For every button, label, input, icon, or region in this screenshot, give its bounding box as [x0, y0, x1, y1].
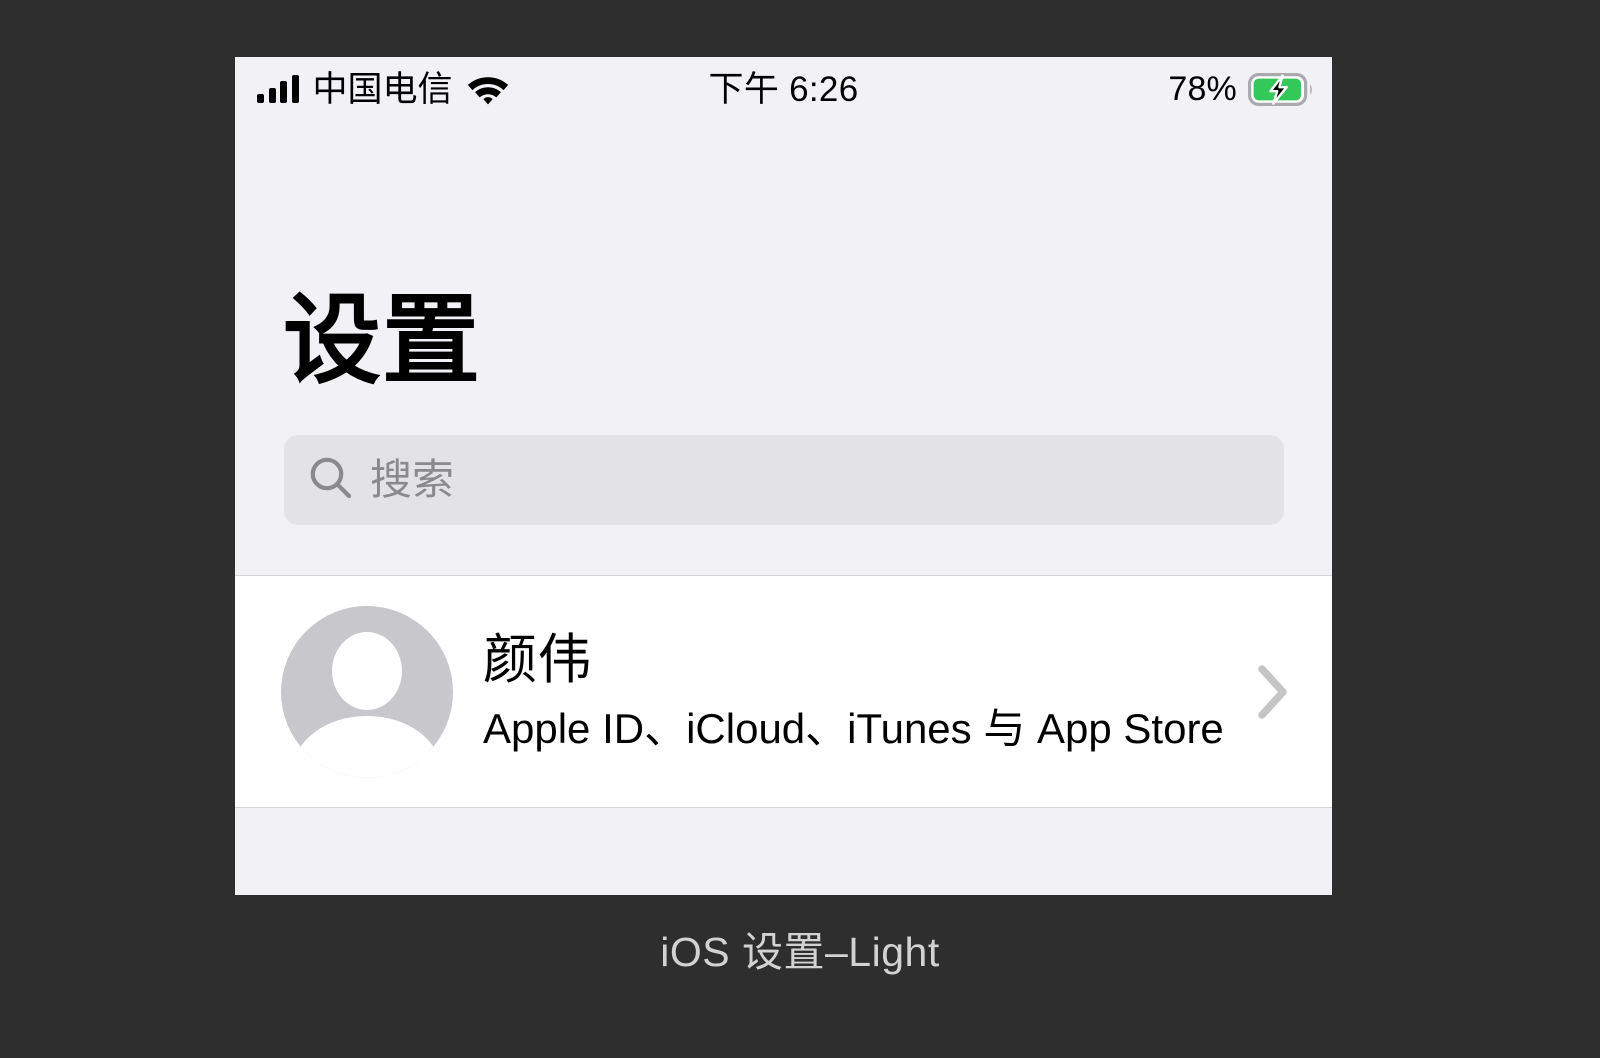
account-name: 颜伟 — [483, 630, 592, 691]
chevron-right-icon — [1256, 663, 1290, 721]
battery-percentage: 78% — [1168, 70, 1237, 108]
status-bar: 中国电信 下午 6:26 78% — [235, 57, 1332, 121]
page-title: 设置 — [283, 285, 482, 395]
person-avatar-icon — [281, 605, 453, 778]
account-subtitle: Apple ID、iCloud、iTunes 与 App Store — [483, 705, 1224, 753]
battery-charging-icon — [1248, 72, 1314, 106]
apple-id-row[interactable]: 颜伟 Apple ID、iCloud、iTunes 与 App Store — [235, 575, 1332, 808]
phone-screen: 中国电信 下午 6:26 78% 设置 搜索 颜伟 Apple ID、iClou… — [235, 57, 1332, 895]
search-icon — [308, 455, 354, 506]
status-bar-clock: 下午 6:26 — [708, 69, 859, 109]
account-text-block: 颜伟 Apple ID、iCloud、iTunes 与 App Store — [483, 629, 1256, 753]
status-bar-right: 78% — [1168, 57, 1314, 121]
search-field[interactable]: 搜索 — [284, 435, 1284, 525]
caption-label: iOS 设置–Light — [660, 929, 940, 975]
search-placeholder: 搜索 — [370, 456, 455, 503]
